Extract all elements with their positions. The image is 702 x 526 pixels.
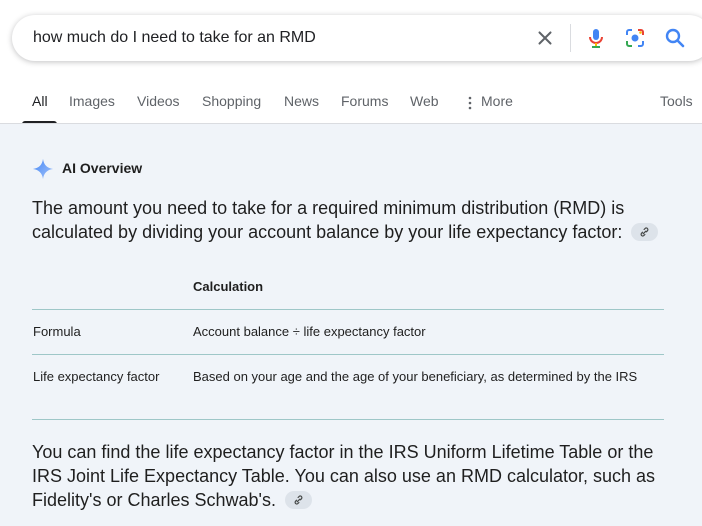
- tools-button[interactable]: Tools: [660, 93, 693, 109]
- microphone-icon[interactable]: [584, 26, 608, 50]
- tab-shopping[interactable]: Shopping: [202, 93, 261, 109]
- table-rule: [32, 354, 664, 355]
- source-link-chip[interactable]: [631, 223, 659, 242]
- ai-overview-title: AI Overview: [62, 160, 143, 176]
- tab-forums[interactable]: Forums: [341, 93, 388, 109]
- table-row-label: Formula: [33, 324, 81, 339]
- tab-images[interactable]: Images: [69, 93, 115, 109]
- intro-text: The amount you need to take for a requir…: [32, 198, 625, 242]
- search-tabs: All Images Videos Shopping News Forums W…: [0, 80, 702, 124]
- vertical-dots-icon[interactable]: [466, 96, 474, 110]
- table-rule: [32, 309, 664, 310]
- ai-overview-intro: The amount you need to take for a requir…: [32, 196, 672, 244]
- link-icon: [294, 495, 303, 505]
- ai-overview-panel: AI Overview The amount you need to take …: [0, 124, 702, 526]
- table-row-value: Account balance ÷ life expectancy factor: [193, 324, 426, 339]
- search-bar[interactable]: how much do I need to take for an RMD: [12, 15, 702, 61]
- tab-web[interactable]: Web: [410, 93, 439, 109]
- tab-news[interactable]: News: [284, 93, 319, 109]
- table-header: Calculation: [193, 279, 264, 294]
- table-row-value: Based on your age and the age of your be…: [193, 369, 638, 384]
- divider: [570, 24, 571, 52]
- search-icon[interactable]: [663, 26, 687, 50]
- tab-videos[interactable]: Videos: [137, 93, 180, 109]
- source-link-chip[interactable]: [284, 491, 312, 510]
- table-row-label: Life expectancy factor: [33, 369, 160, 384]
- camera-lens-icon[interactable]: [623, 26, 647, 50]
- search-input[interactable]: how much do I need to take for an RMD: [33, 29, 316, 47]
- sparkle-icon: [32, 158, 54, 180]
- table-rule: [32, 419, 664, 420]
- close-icon[interactable]: [534, 27, 556, 49]
- tab-all[interactable]: All: [32, 93, 48, 109]
- followup-text: You can find the life expectancy factor …: [32, 442, 656, 510]
- tab-more[interactable]: More: [481, 93, 513, 109]
- link-icon: [640, 227, 649, 237]
- ai-overview-followup: You can find the life expectancy factor …: [32, 440, 672, 512]
